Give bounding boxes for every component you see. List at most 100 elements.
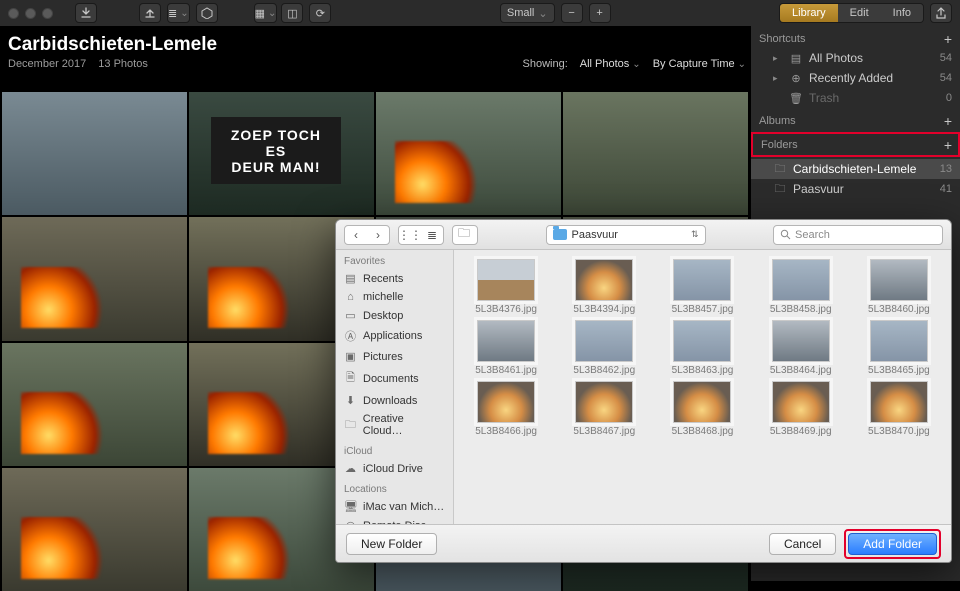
fav-recents[interactable]: ▤Recents xyxy=(336,269,453,288)
shortcuts-header: Shortcuts xyxy=(759,33,805,45)
new-folder-button[interactable]: New Folder xyxy=(346,533,437,555)
recents-icon: ▤ xyxy=(344,272,357,285)
photo-thumb[interactable] xyxy=(2,468,187,591)
photo-thumb[interactable] xyxy=(2,92,187,215)
list-view-button[interactable]: ≣ xyxy=(421,226,443,244)
traffic-min-icon[interactable] xyxy=(25,8,36,19)
fav-applications[interactable]: ⒶApplications xyxy=(336,325,453,347)
tag-button[interactable] xyxy=(196,3,218,23)
compare-button[interactable]: ◫ xyxy=(281,3,303,23)
file-browser[interactable]: 5L3B4376.jpg5L3B4394.jpg 5L3B8457.jpg 5L3B… xyxy=(454,250,951,524)
file-thumb xyxy=(773,260,829,300)
file-name: 5L3B8457.jpg xyxy=(672,304,734,315)
export-button[interactable] xyxy=(139,3,161,23)
photo-thumb[interactable]: ZOEP TOCH ES DEUR MAN! xyxy=(189,92,374,215)
layout-button[interactable]: ▦ xyxy=(254,3,278,23)
add-folder-button[interactable]: + xyxy=(944,138,952,152)
file-item[interactable]: 5L3B8466.jpg xyxy=(460,382,552,437)
nav-forward-button[interactable]: › xyxy=(367,226,389,244)
rotate-button[interactable]: ⟳ xyxy=(309,3,331,23)
fav-creative-cloud[interactable]: 🗀Creative Cloud… xyxy=(336,410,453,440)
file-item[interactable]: 5L3B8458.jpg xyxy=(755,260,847,315)
mode-tabs: Library Edit Info xyxy=(779,3,924,23)
add-folder-highlight: Add Folder xyxy=(844,529,941,559)
file-thumb xyxy=(674,260,730,300)
tab-info[interactable]: Info xyxy=(881,4,923,22)
sidebar-folder-carbid[interactable]: 🗀Carbidschieten-Lemele13 xyxy=(751,159,960,179)
file-thumb xyxy=(871,321,927,361)
add-folder-confirm-button[interactable]: Add Folder xyxy=(848,533,937,555)
file-item[interactable]: 5L3B8470.jpg xyxy=(853,382,945,437)
app-titlebar: ≣ ▦ ◫ ⟳ Small⌄ − + Library Edit Info xyxy=(0,0,960,26)
add-album-button[interactable]: + xyxy=(944,114,952,128)
album-title: Carbidschieten-Lemele xyxy=(8,34,742,56)
sort-select[interactable]: By Capture Time xyxy=(653,58,746,70)
icon-view-button[interactable]: ⋮⋮ xyxy=(399,226,421,244)
file-thumb xyxy=(576,382,632,422)
showing-select[interactable]: All Photos xyxy=(580,58,641,70)
group-button[interactable]: 🗀 xyxy=(452,225,478,245)
file-thumb xyxy=(773,382,829,422)
file-item[interactable]: 5L3B8469.jpg xyxy=(755,382,847,437)
file-name: 5L3B8465.jpg xyxy=(868,365,930,376)
file-thumb xyxy=(576,321,632,361)
photo-thumb[interactable] xyxy=(2,343,187,466)
fav-downloads[interactable]: ⬇Downloads xyxy=(336,391,453,410)
fav-imac[interactable]: 🖥iMac van Mich… xyxy=(336,497,453,516)
sidebar-folder-paasvuur[interactable]: 🗀Paasvuur41 xyxy=(751,179,960,199)
folders-header-row[interactable]: Folders + xyxy=(751,132,960,157)
list-view-button[interactable]: ≣ xyxy=(167,3,190,23)
file-thumb xyxy=(478,321,534,361)
file-item[interactable]: 5L3B8464.jpg xyxy=(755,321,847,376)
sidebar-item-recently-added[interactable]: ▸⊕Recently Added54 xyxy=(751,68,960,88)
fav-pictures[interactable]: ▣Pictures xyxy=(336,347,453,366)
photo-thumb[interactable] xyxy=(2,217,187,340)
file-item[interactable]: 5L3B8457.jpg xyxy=(656,260,748,315)
fav-remote-disc[interactable]: ◎Remote Disc xyxy=(336,516,453,524)
locations-header: Locations xyxy=(336,478,453,497)
photo-thumb[interactable] xyxy=(563,92,748,215)
zoom-in-button[interactable]: + xyxy=(589,3,611,23)
file-item[interactable]: 5L3B8461.jpg xyxy=(460,321,552,376)
traffic-max-icon[interactable] xyxy=(42,8,53,19)
fav-desktop[interactable]: ▭Desktop xyxy=(336,306,453,325)
path-popup[interactable]: Paasvuur ⇅ xyxy=(546,225,706,245)
file-item[interactable]: 5L3B8467.jpg xyxy=(558,382,650,437)
applications-icon: Ⓐ xyxy=(344,328,357,344)
showing-label: Showing: xyxy=(523,58,568,70)
thumbnail-size-select[interactable]: Small⌄ xyxy=(500,3,555,23)
search-field[interactable]: Search xyxy=(773,225,943,245)
file-thumb xyxy=(871,382,927,422)
path-label: Paasvuur xyxy=(572,229,618,241)
file-item[interactable]: 5L3B8468.jpg xyxy=(656,382,748,437)
tab-library[interactable]: Library xyxy=(780,4,838,22)
share-button[interactable] xyxy=(930,3,952,23)
import-button[interactable] xyxy=(75,3,97,23)
fav-home[interactable]: ⌂michelle xyxy=(336,288,453,306)
folders-header: Folders xyxy=(761,139,798,151)
file-item[interactable]: 5L3B8460.jpg xyxy=(853,260,945,315)
sidebar-item-all-photos[interactable]: ▸▤All Photos54 xyxy=(751,48,960,68)
file-item[interactable]: 5L3B4394.jpg xyxy=(558,260,650,315)
tab-edit[interactable]: Edit xyxy=(838,4,881,22)
file-item[interactable]: 5L3B4376.jpg xyxy=(460,260,552,315)
cancel-button[interactable]: Cancel xyxy=(769,533,836,555)
thumbnail-size-label: Small xyxy=(507,7,535,19)
add-shortcut-button[interactable]: + xyxy=(944,32,952,46)
zoom-out-button[interactable]: − xyxy=(561,3,583,23)
file-thumb xyxy=(478,382,534,422)
view-mode-segment: ⋮⋮ ≣ xyxy=(398,225,444,245)
favorites-header: Favorites xyxy=(336,250,453,269)
traffic-close-icon[interactable] xyxy=(8,8,19,19)
file-item[interactable]: 5L3B8462.jpg xyxy=(558,321,650,376)
file-thumb xyxy=(674,321,730,361)
file-item[interactable]: 5L3B8465.jpg xyxy=(853,321,945,376)
nav-back-button[interactable]: ‹ xyxy=(345,226,367,244)
file-item[interactable]: 5L3B8463.jpg xyxy=(656,321,748,376)
file-name: 5L3B8470.jpg xyxy=(868,426,930,437)
sidebar-item-trash[interactable]: 🗑Trash0 xyxy=(751,88,960,108)
file-name: 5L3B8466.jpg xyxy=(475,426,537,437)
photo-thumb[interactable] xyxy=(376,92,561,215)
fav-documents[interactable]: 🗎Documents xyxy=(336,366,453,391)
fav-icloud-drive[interactable]: ☁iCloud Drive xyxy=(336,459,453,478)
